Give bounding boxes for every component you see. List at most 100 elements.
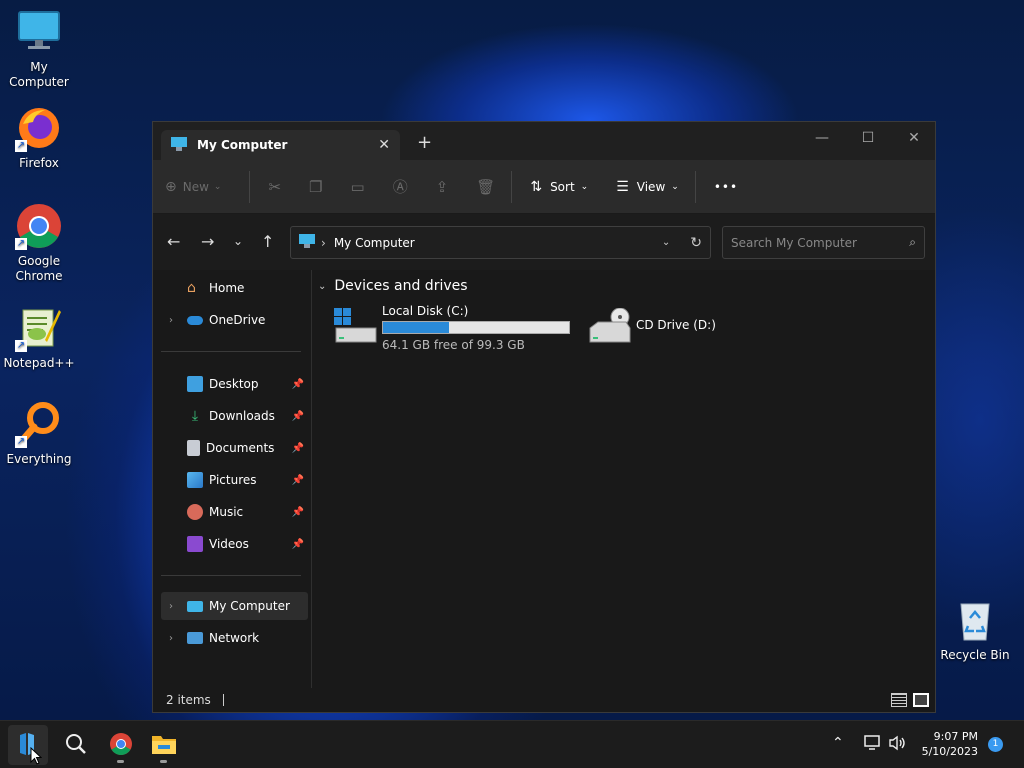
drive-name: Local Disk (C:) bbox=[382, 304, 469, 318]
share-button[interactable]: ⇪ bbox=[436, 178, 449, 196]
close-window-button[interactable]: ✕ bbox=[891, 126, 937, 150]
pictures-icon bbox=[187, 472, 203, 488]
expand-chevron-icon[interactable]: › bbox=[161, 601, 181, 612]
details-view-icon[interactable] bbox=[891, 693, 907, 707]
desktop-icon-everything[interactable]: ↗ Everything bbox=[0, 400, 78, 467]
cut-button[interactable]: ✂ bbox=[268, 178, 281, 196]
clock[interactable]: 9:07 PM 5/10/2023 bbox=[916, 729, 978, 759]
up-arrow-icon[interactable]: ↑ bbox=[261, 232, 274, 251]
desktop-icon-notepadpp[interactable]: ↗ Notepad++ bbox=[0, 304, 78, 371]
running-indicator bbox=[160, 760, 167, 763]
back-arrow-icon[interactable]: ← bbox=[167, 232, 180, 251]
shortcut-arrow-icon: ↗ bbox=[15, 436, 27, 448]
address-bar-row: ← → ⌄ ↑ › My Computer ⌄ ↻ Search My Comp… bbox=[153, 214, 935, 270]
volume-icon[interactable] bbox=[888, 735, 908, 754]
paste-button[interactable]: ▭ bbox=[351, 178, 365, 196]
title-bar[interactable]: My Computer ✕ + — ☐ ✕ bbox=[153, 122, 935, 160]
expand-chevron-icon[interactable]: › bbox=[161, 315, 181, 326]
breadcrumb-my-computer[interactable]: My Computer bbox=[334, 236, 662, 250]
search-box[interactable]: Search My Computer ⌕ bbox=[722, 226, 925, 259]
sidebar-item-videos[interactable]: Videos 📌 bbox=[161, 530, 308, 558]
plus-circle-icon: ⊕ bbox=[165, 178, 177, 195]
clock-time: 9:07 PM bbox=[933, 730, 978, 743]
desktop-icon-label: Google Chrome bbox=[15, 254, 63, 283]
sidebar-item-label: Network bbox=[209, 631, 260, 645]
sidebar-item-home[interactable]: ⌂ Home bbox=[161, 274, 308, 302]
section-header-devices[interactable]: ⌄ Devices and drives bbox=[318, 278, 468, 294]
pin-icon[interactable]: 📌 bbox=[292, 475, 304, 486]
expand-chevron-icon[interactable]: › bbox=[161, 633, 181, 644]
folder-icon bbox=[151, 733, 177, 758]
desktop-icon-label: Recycle Bin bbox=[940, 648, 1010, 662]
notification-badge[interactable]: 1 bbox=[988, 737, 1003, 752]
maximize-button[interactable]: ☐ bbox=[845, 126, 891, 150]
forward-arrow-icon[interactable]: → bbox=[201, 232, 214, 251]
chevron-down-icon[interactable]: ⌄ bbox=[662, 237, 670, 248]
search-taskbar-button[interactable] bbox=[58, 729, 94, 761]
show-hidden-icons-chevron-icon[interactable]: ⌃ bbox=[832, 735, 844, 751]
toolbar-divider bbox=[249, 170, 251, 203]
toolbar-divider bbox=[694, 170, 696, 203]
address-bar[interactable]: › My Computer ⌄ ↻ bbox=[290, 226, 711, 259]
monitor-icon bbox=[187, 600, 203, 612]
taskbar-chrome-button[interactable] bbox=[103, 729, 139, 763]
explorer-body: ⌂ Home › OneDrive Desktop 📌 ⤓ Downloads … bbox=[153, 270, 935, 688]
pin-icon[interactable]: 📌 bbox=[292, 443, 304, 454]
drive-item-d[interactable]: CD Drive (D:) bbox=[584, 304, 744, 354]
delete-button[interactable]: 🗑 bbox=[476, 178, 495, 196]
status-divider bbox=[222, 694, 224, 706]
sidebar-item-onedrive[interactable]: › OneDrive bbox=[161, 306, 308, 334]
onedrive-icon bbox=[187, 315, 203, 325]
desktop-icon-label: Firefox bbox=[19, 156, 59, 170]
desktop-icon-my-computer[interactable]: My Computer bbox=[0, 8, 78, 90]
sidebar-item-desktop[interactable]: Desktop 📌 bbox=[161, 370, 308, 398]
sidebar-item-downloads[interactable]: ⤓ Downloads 📌 bbox=[161, 402, 308, 430]
copy-button[interactable]: ❐ bbox=[309, 178, 322, 196]
taskbar-file-explorer-button[interactable] bbox=[146, 729, 182, 763]
desktop-icon-firefox[interactable]: ↗ Firefox bbox=[0, 104, 78, 171]
new-tab-button[interactable]: + bbox=[417, 132, 432, 153]
tab-my-computer[interactable]: My Computer ✕ bbox=[161, 130, 400, 160]
search-input[interactable]: Search My Computer bbox=[731, 236, 909, 250]
new-button[interactable]: ⊕ New ⌄ bbox=[165, 179, 221, 195]
drive-item-c[interactable]: Local Disk (C:) 64.1 GB free of 99.3 GB bbox=[330, 304, 574, 354]
pin-icon[interactable]: 📌 bbox=[292, 411, 304, 422]
music-icon bbox=[187, 504, 203, 520]
sidebar-item-documents[interactable]: Documents 📌 bbox=[161, 434, 308, 462]
share-icon: ⇪ bbox=[435, 177, 449, 196]
network-status-icon[interactable] bbox=[864, 735, 882, 754]
start-button[interactable] bbox=[8, 725, 48, 765]
sidebar-item-label: Home bbox=[209, 281, 245, 295]
pin-icon[interactable]: 📌 bbox=[292, 507, 304, 518]
documents-icon bbox=[187, 440, 200, 456]
sidebar-item-music[interactable]: Music 📌 bbox=[161, 498, 308, 526]
drive-name: CD Drive (D:) bbox=[636, 318, 716, 332]
recent-locations-chevron-icon[interactable]: ⌄ bbox=[233, 234, 243, 248]
chrome-icon bbox=[109, 732, 133, 759]
shortcut-arrow-icon: ↗ bbox=[15, 140, 27, 152]
trash-icon: 🗑 bbox=[476, 177, 496, 196]
desktop-icon-recycle-bin[interactable]: Recycle Bin bbox=[936, 596, 1014, 663]
rename-button[interactable]: Ⓐ bbox=[393, 176, 408, 197]
sidebar-divider bbox=[161, 575, 301, 576]
sidebar-item-network[interactable]: › Network bbox=[161, 624, 308, 652]
section-title: Devices and drives bbox=[334, 278, 468, 294]
sidebar-item-label: Downloads bbox=[209, 409, 275, 423]
pin-icon[interactable]: 📌 bbox=[292, 539, 304, 550]
minimize-button[interactable]: — bbox=[799, 126, 845, 150]
desktop-icon-chrome[interactable]: ↗ Google Chrome bbox=[0, 202, 78, 284]
close-tab-button[interactable]: ✕ bbox=[378, 137, 390, 153]
breadcrumb-separator-icon: › bbox=[321, 235, 326, 250]
shortcut-arrow-icon: ↗ bbox=[15, 238, 27, 250]
view-button[interactable]: ☰ View ⌄ bbox=[616, 179, 679, 195]
tiles-view-icon[interactable] bbox=[913, 693, 929, 707]
sidebar-item-label: OneDrive bbox=[209, 313, 266, 327]
refresh-icon[interactable]: ↻ bbox=[690, 235, 702, 251]
rename-icon: Ⓐ bbox=[392, 178, 408, 196]
sidebar-item-pictures[interactable]: Pictures 📌 bbox=[161, 466, 308, 494]
pin-icon[interactable]: 📌 bbox=[292, 379, 304, 390]
more-options-button[interactable]: ••• bbox=[714, 180, 738, 194]
sidebar-divider bbox=[161, 351, 301, 352]
sidebar-item-my-computer[interactable]: › My Computer bbox=[161, 592, 308, 620]
sort-button[interactable]: ⇅ Sort ⌄ bbox=[530, 179, 588, 195]
